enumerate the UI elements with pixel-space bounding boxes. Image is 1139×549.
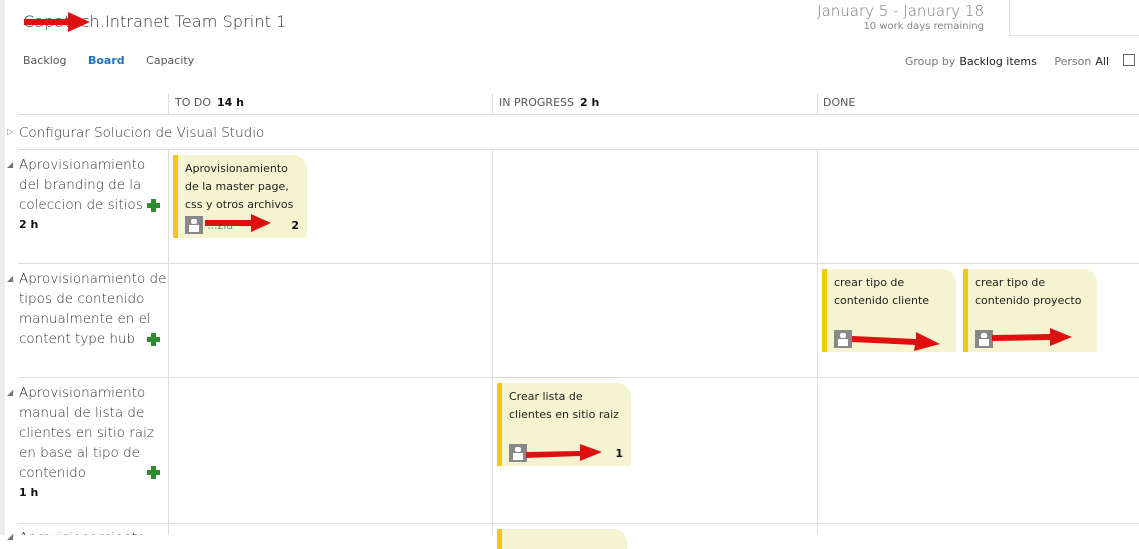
row-divider [18, 149, 1139, 150]
column-divider [492, 150, 493, 535]
add-task-icon[interactable] [147, 199, 160, 212]
person-dropdown[interactable]: All [1095, 55, 1109, 68]
task-card[interactable] [497, 529, 627, 549]
card-title: crear tipo de contenido proyecto [975, 276, 1082, 307]
row-divider [18, 263, 1139, 264]
avatar-icon [185, 216, 203, 234]
column-divider [168, 93, 169, 114]
column-name: IN PROGRESS [499, 96, 574, 109]
board-toolbar: Group by Backlog items Person All [905, 55, 1109, 68]
tab-board[interactable]: Board [88, 54, 125, 67]
column-hours: 14 h [217, 96, 244, 109]
red-arrow-annotation [992, 328, 1072, 346]
row-title-block: Aprovisionamiento manual de lista de cli… [19, 383, 154, 503]
sprint-dates: January 5 - January 18 10 work days rema… [817, 2, 984, 32]
collapse-icon[interactable]: ◢ [7, 532, 13, 541]
sprint-date-range: January 5 - January 18 [817, 2, 984, 20]
card-title: Crear lista de clientes en sitio raiz [509, 390, 619, 421]
group-by-label: Group by [904, 55, 956, 68]
search-box[interactable] [1009, 0, 1139, 36]
row-title-block: Aprovisionamiento del branding de la col… [19, 155, 154, 235]
row-title[interactable]: Configurar Solucion de Visual Studio [19, 123, 419, 143]
sprint-days-remaining: 10 work days remaining [863, 21, 984, 32]
column-hours: 2 h [580, 96, 600, 109]
person-label: Person [1054, 55, 1092, 68]
column-divider [817, 93, 818, 114]
red-arrow-annotation [24, 12, 90, 32]
red-arrow-annotation [526, 444, 602, 461]
tab-backlog[interactable]: Backlog [23, 54, 66, 67]
row-divider [18, 377, 1139, 378]
expand-icon[interactable]: ▷ [7, 127, 13, 136]
row-hours: 2 h [19, 218, 39, 231]
column-name: DONE [823, 96, 856, 109]
row-title[interactable]: Aprovisionamiento del branding de la col… [19, 155, 154, 215]
card-title: crear tipo de contenido cliente [834, 276, 930, 307]
row-divider [18, 523, 1139, 524]
tab-capacity[interactable]: Capacity [146, 54, 194, 67]
add-task-icon[interactable] [147, 333, 160, 346]
row-title[interactable]: Aprovisionamiento de ... [19, 528, 154, 535]
fullscreen-icon[interactable] [1123, 54, 1135, 66]
card-remaining-work[interactable]: 1 [615, 445, 623, 463]
collapse-icon[interactable]: ◢ [7, 388, 13, 397]
row-hours: 1 h [19, 486, 39, 499]
card-remaining-work[interactable]: 2 [291, 217, 299, 235]
column-header-done: DONE [823, 96, 855, 109]
column-divider [492, 93, 493, 114]
column-divider [817, 150, 818, 535]
left-scroll-strip [0, 0, 5, 535]
column-header-todo: TO DO 14 h [175, 96, 244, 109]
collapse-icon[interactable]: ◢ [7, 160, 13, 169]
row-title[interactable]: Aprovisionamiento manual de lista de cli… [19, 383, 154, 483]
collapse-icon[interactable]: ◢ [7, 274, 13, 283]
card-title: Aprovisionamiento de la master page, css… [185, 162, 294, 211]
group-by-dropdown[interactable]: Backlog items [959, 55, 1037, 68]
column-header-inprogress: IN PROGRESS 2 h [499, 96, 599, 109]
red-arrow-annotation [205, 214, 271, 232]
header-divider [18, 114, 1139, 115]
add-task-icon[interactable] [147, 466, 160, 479]
red-arrow-annotation [852, 332, 940, 351]
view-tabs: Backlog Board Capacity [23, 54, 212, 67]
column-name: TO DO [175, 96, 212, 109]
